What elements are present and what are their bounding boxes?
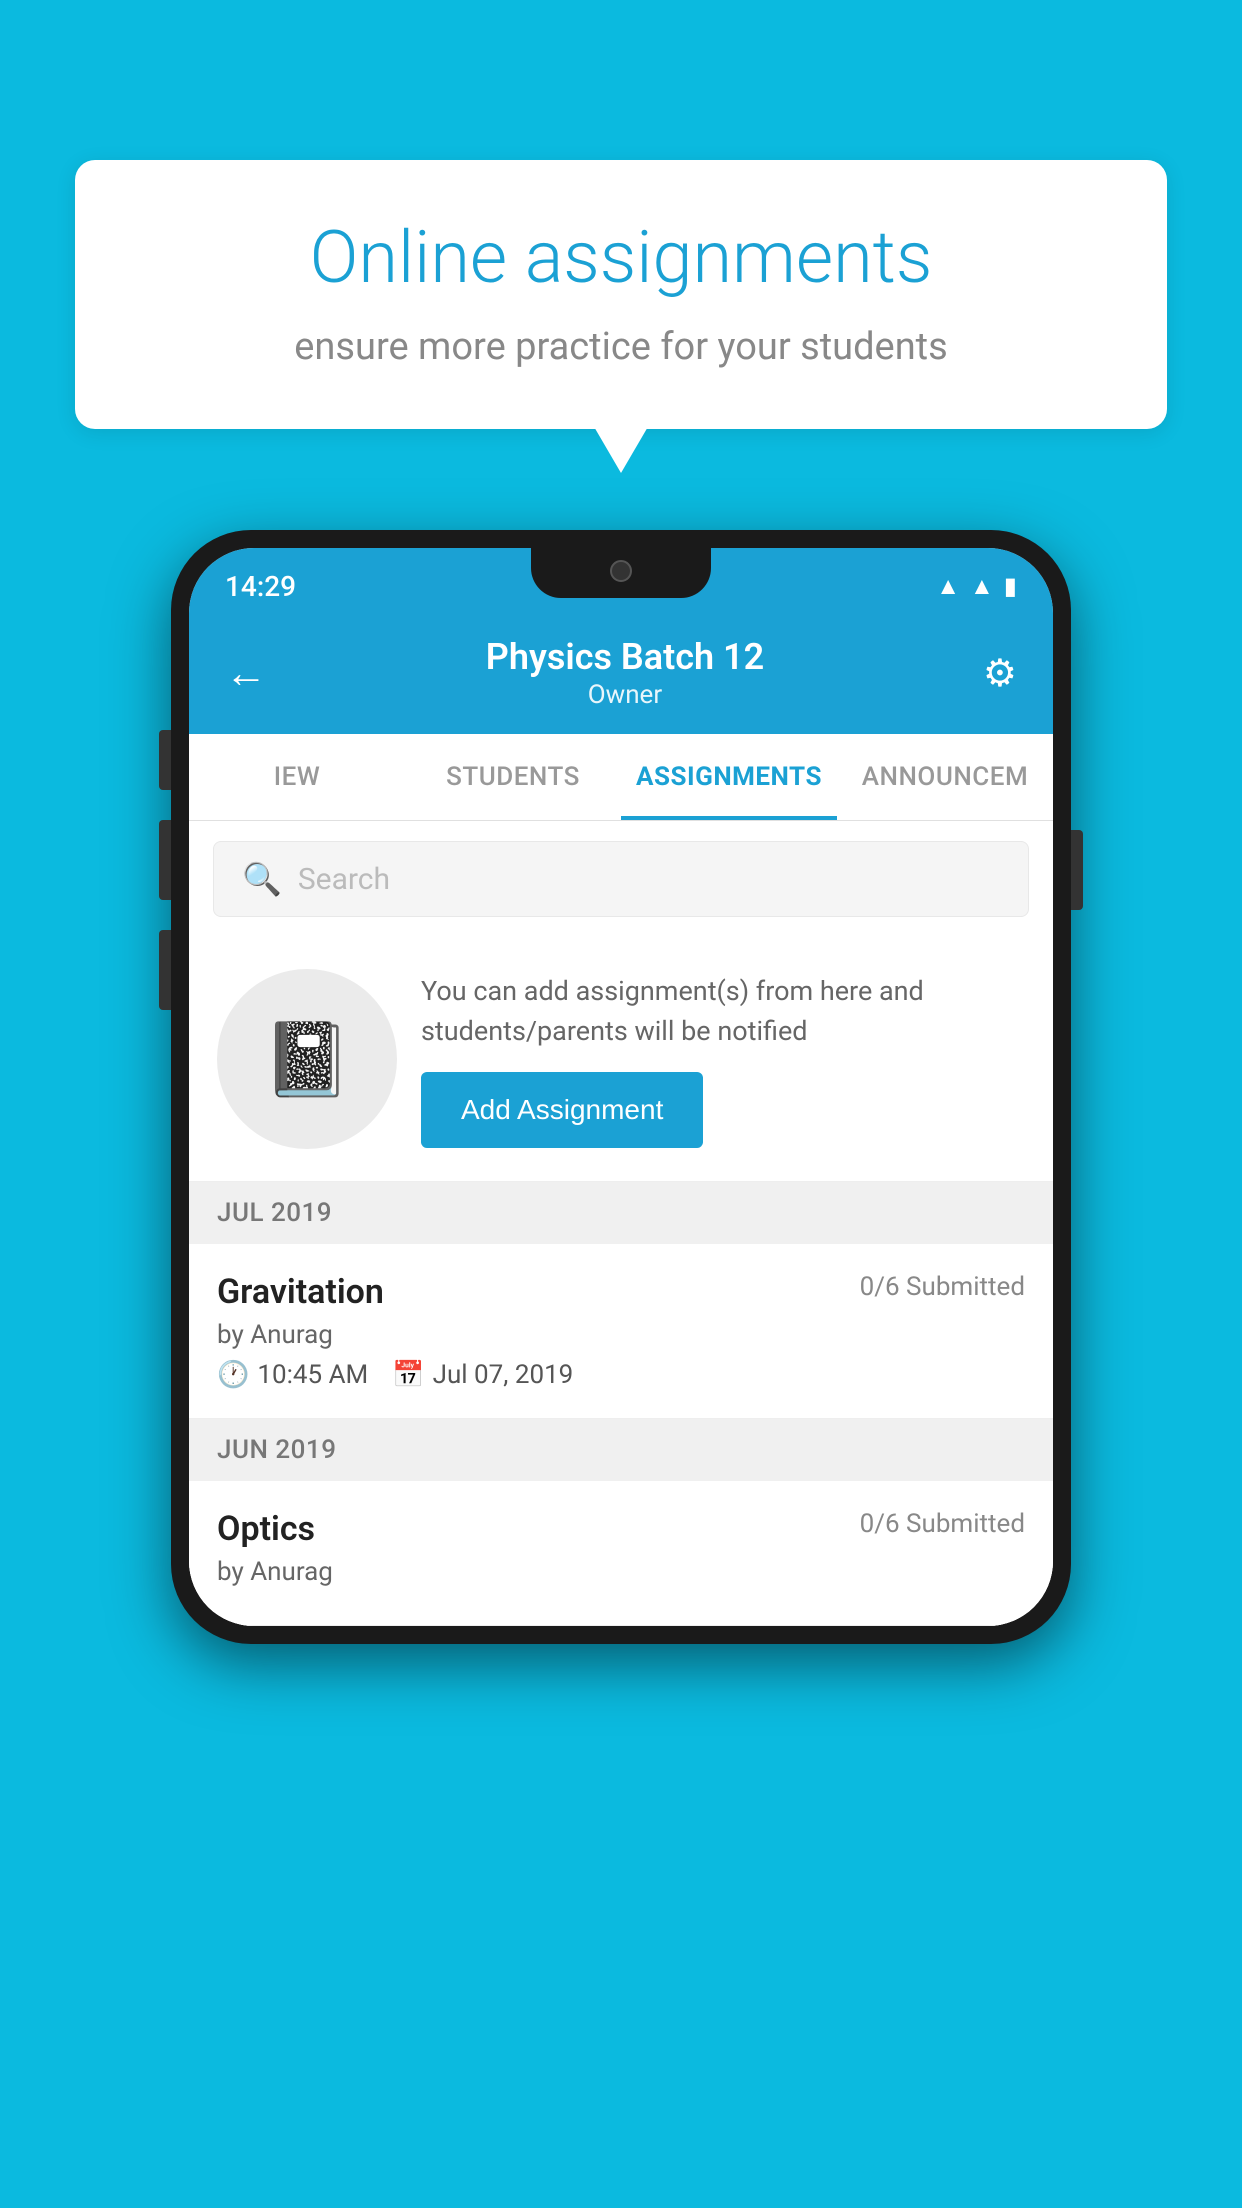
silent-button xyxy=(159,930,171,1010)
promo-content: You can add assignment(s) from here and … xyxy=(421,971,1025,1148)
meta-date: 📅 Jul 07, 2019 xyxy=(392,1360,573,1390)
promo-icon-circle: 📓 xyxy=(217,969,397,1149)
header-center: Physics Batch 12 Owner xyxy=(486,636,764,710)
signal-icon: ▲ xyxy=(970,572,994,601)
header-subtitle: Owner xyxy=(486,680,764,710)
promo-section: 📓 You can add assignment(s) from here an… xyxy=(189,937,1053,1182)
assignment-top-row-optics: Optics 0/6 Submitted xyxy=(217,1509,1025,1549)
assignment-item-gravitation[interactable]: Gravitation 0/6 Submitted by Anurag 🕐 10… xyxy=(189,1244,1053,1419)
promo-description: You can add assignment(s) from here and … xyxy=(421,971,1025,1052)
speech-bubble-container: Online assignments ensure more practice … xyxy=(75,160,1167,429)
phone-outer: 14:29 ▲ ▲ ▮ ← Physics Batch 12 Owner ⚙ xyxy=(171,530,1071,1644)
speech-bubble: Online assignments ensure more practice … xyxy=(75,160,1167,429)
assignment-by: by Anurag xyxy=(217,1320,1025,1350)
meta-time: 🕐 10:45 AM xyxy=(217,1360,368,1390)
search-bar[interactable]: 🔍 Search xyxy=(213,841,1029,917)
assignment-name: Gravitation xyxy=(217,1272,384,1312)
assignment-submitted: 0/6 Submitted xyxy=(860,1272,1025,1302)
tabs-container: IEW STUDENTS ASSIGNMENTS ANNOUNCEM xyxy=(189,734,1053,821)
settings-button[interactable]: ⚙ xyxy=(983,651,1017,696)
phone-notch xyxy=(531,548,711,598)
tab-assignments[interactable]: ASSIGNMENTS xyxy=(621,734,837,820)
assignment-by-optics: by Anurag xyxy=(217,1557,1025,1587)
app-header: ← Physics Batch 12 Owner ⚙ xyxy=(189,616,1053,734)
wifi-icon: ▲ xyxy=(936,572,960,601)
tab-students[interactable]: STUDENTS xyxy=(405,734,621,820)
power-button xyxy=(1071,830,1083,910)
search-container: 🔍 Search xyxy=(189,821,1053,937)
content-area: 🔍 Search 📓 You can add assignment(s) fro… xyxy=(189,821,1053,1626)
assignment-name-optics: Optics xyxy=(217,1509,315,1549)
add-assignment-button[interactable]: Add Assignment xyxy=(421,1072,703,1148)
calendar-icon: 📅 xyxy=(392,1360,424,1390)
search-icon: 🔍 xyxy=(242,860,282,898)
bubble-title: Online assignments xyxy=(135,215,1107,301)
bubble-subtitle: ensure more practice for your students xyxy=(135,325,1107,369)
section-header-jun: JUN 2019 xyxy=(189,1419,1053,1481)
status-icons: ▲ ▲ ▮ xyxy=(936,572,1017,601)
assignment-meta: 🕐 10:45 AM 📅 Jul 07, 2019 xyxy=(217,1360,1025,1390)
assignment-submitted-optics: 0/6 Submitted xyxy=(860,1509,1025,1539)
tab-announcements[interactable]: ANNOUNCEM xyxy=(837,734,1053,820)
meta-time-value: 10:45 AM xyxy=(257,1360,368,1390)
phone-screen: 14:29 ▲ ▲ ▮ ← Physics Batch 12 Owner ⚙ xyxy=(189,548,1053,1626)
header-title: Physics Batch 12 xyxy=(486,636,764,678)
back-button[interactable]: ← xyxy=(225,649,267,698)
clock-icon: 🕐 xyxy=(217,1360,249,1390)
notebook-icon: 📓 xyxy=(262,1017,352,1102)
volume-up-button xyxy=(159,730,171,790)
status-time: 14:29 xyxy=(225,570,296,603)
battery-icon: ▮ xyxy=(1004,572,1017,600)
phone-wrapper: 14:29 ▲ ▲ ▮ ← Physics Batch 12 Owner ⚙ xyxy=(171,530,1071,1644)
volume-down-button xyxy=(159,820,171,900)
assignment-item-optics[interactable]: Optics 0/6 Submitted by Anurag xyxy=(189,1481,1053,1626)
tab-iew[interactable]: IEW xyxy=(189,734,405,820)
search-placeholder: Search xyxy=(298,862,390,897)
section-header-jul: JUL 2019 xyxy=(189,1182,1053,1244)
meta-date-value: Jul 07, 2019 xyxy=(433,1360,574,1390)
assignment-top-row: Gravitation 0/6 Submitted xyxy=(217,1272,1025,1312)
front-camera xyxy=(610,560,632,582)
